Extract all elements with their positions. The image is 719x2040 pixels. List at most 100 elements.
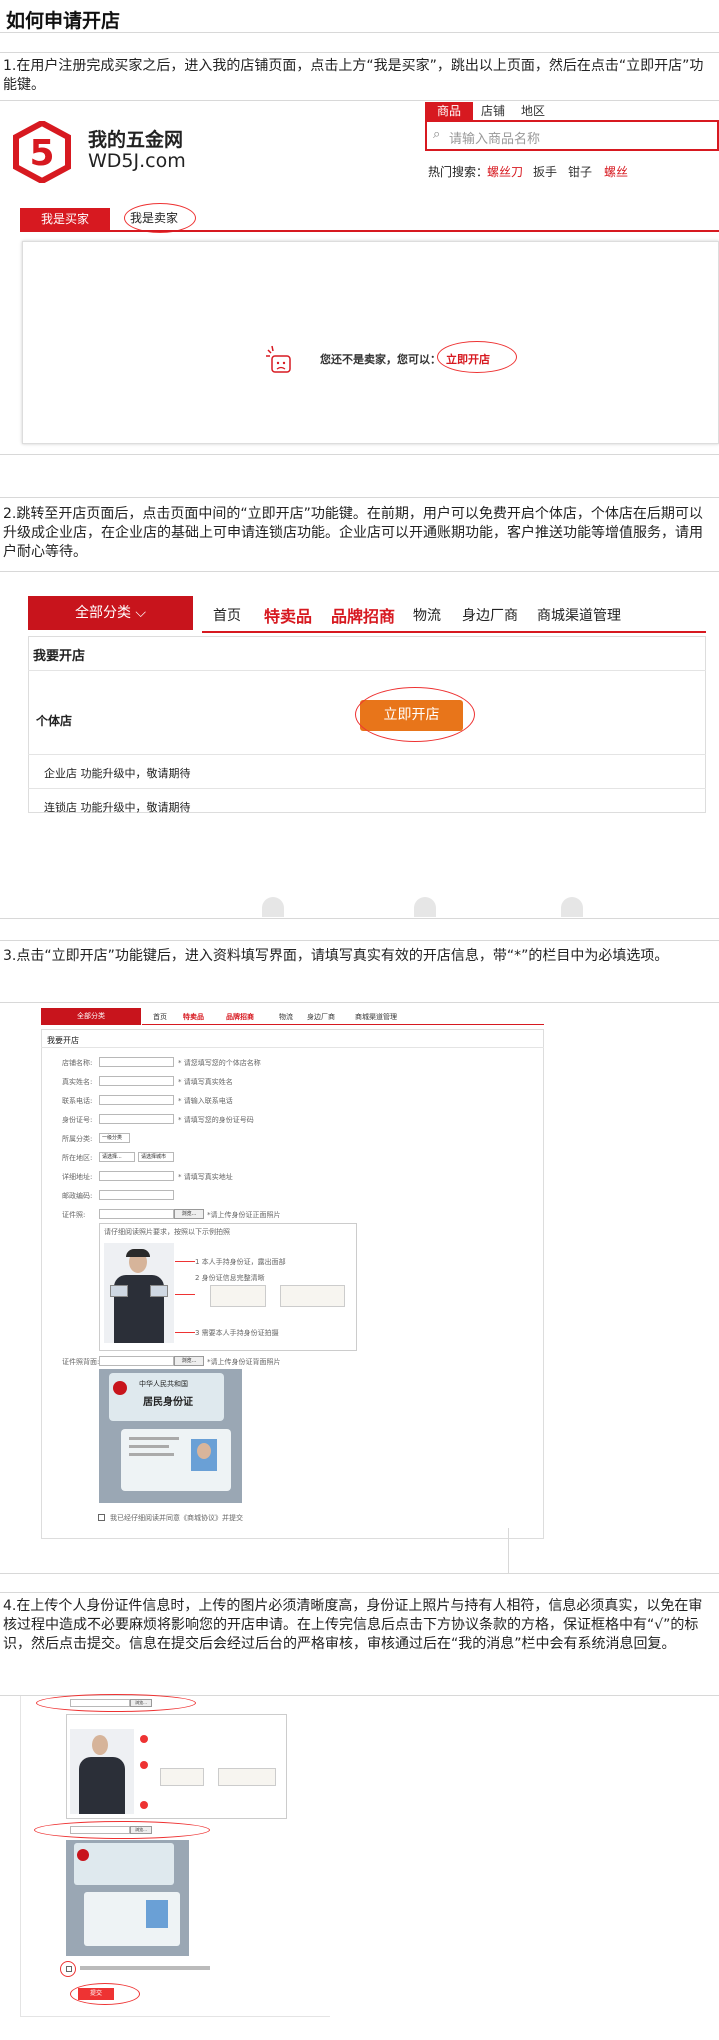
- hot-item-4[interactable]: 螺丝: [604, 163, 628, 180]
- chevron-down-icon: ⌵: [135, 605, 147, 621]
- field-label-id: 身份证号:: [62, 1116, 93, 1124]
- browse-button[interactable]: 浏览...: [174, 1356, 204, 1366]
- nav-home[interactable]: 首页: [153, 1012, 167, 1022]
- faded-icon: [561, 897, 583, 917]
- search-tab-shop[interactable]: 店铺: [473, 102, 513, 120]
- screenshot-2: 全部分类 ⌵ 首页 特卖品 品牌招商 物流 身边厂商 商城渠道管理 我要开店 个…: [0, 572, 719, 918]
- nav-nearby[interactable]: 身边厂商: [307, 1012, 335, 1022]
- agree-checkbox[interactable]: [98, 1514, 105, 1521]
- nav-special[interactable]: 特卖品: [183, 1012, 204, 1022]
- city-select-value: 请选择城市: [141, 1154, 167, 1160]
- nav-special[interactable]: 特卖品: [264, 603, 312, 627]
- nav-logistics[interactable]: 物流: [279, 1012, 293, 1022]
- national-emblem-icon: [113, 1381, 127, 1395]
- hint: * 请填写真实姓名: [178, 1078, 233, 1086]
- category-select[interactable]: 一级分类: [99, 1133, 130, 1143]
- person-body: [79, 1757, 125, 1814]
- id-card-front: [84, 1892, 180, 1946]
- all-category-label: 全部分类: [74, 605, 131, 621]
- upload-front-label: 证件照:: [62, 1211, 86, 1219]
- browse-button[interactable]: 浏览...: [174, 1209, 204, 1219]
- divider: [0, 1592, 719, 1593]
- divider: [0, 454, 719, 455]
- id-portrait-face: [197, 1443, 211, 1459]
- individual-store-label: 个体店: [36, 714, 73, 728]
- city-select[interactable]: 请选择城市: [138, 1152, 174, 1162]
- nav-channel[interactable]: 商城渠道管理: [537, 605, 621, 625]
- search-input[interactable]: ⌕ 请输入商品名称: [425, 120, 719, 151]
- nav-brand[interactable]: 品牌招商: [226, 1012, 254, 1022]
- highlight-circle: [34, 1821, 210, 1839]
- province-select-value: 请选择...: [102, 1154, 122, 1160]
- page-title: 如何申请开店: [6, 10, 121, 32]
- hot-item-1[interactable]: 螺丝刀: [487, 163, 523, 180]
- enterprise-store-text: 企业店 功能升级中，敬请期待: [44, 767, 191, 780]
- screenshot-3: 全部分类 首页 特卖品 品牌招商 物流 身边厂商 商城渠道管理 我要开店 店铺名…: [0, 1003, 719, 1573]
- tip-marker: [140, 1761, 148, 1769]
- address-input[interactable]: [99, 1171, 174, 1181]
- id-card-photo: 中华人民共和国 居民身份证: [99, 1369, 242, 1503]
- text-line: [129, 1453, 174, 1456]
- svg-text:5: 5: [29, 133, 54, 174]
- field-label-category: 所属分类:: [62, 1135, 93, 1143]
- nav-home[interactable]: 首页: [213, 605, 241, 625]
- divider: [508, 1528, 509, 1573]
- real-name-input[interactable]: [99, 1076, 174, 1086]
- search-tab-goods[interactable]: 商品: [425, 102, 473, 120]
- shop-name-input[interactable]: [99, 1057, 174, 1067]
- nav-nearby[interactable]: 身边厂商: [462, 605, 518, 625]
- province-select[interactable]: 请选择...: [99, 1152, 135, 1162]
- highlight-circle: [437, 341, 517, 373]
- zip-input[interactable]: [99, 1190, 174, 1200]
- nav-channel[interactable]: 商城渠道管理: [355, 1012, 397, 1022]
- content-panel: [22, 241, 719, 444]
- all-category-button[interactable]: 全部分类 ⌵: [28, 596, 193, 630]
- example-title: 请仔细阅读照片要求，按照以下示例拍照: [104, 1228, 230, 1236]
- hot-item-2[interactable]: 扳手: [533, 163, 557, 180]
- logo-name: 我的五金网: [88, 129, 184, 151]
- divider: [20, 1696, 21, 2016]
- agree-text: 我已经仔细阅读并同意《商城协议》并提交: [110, 1514, 243, 1522]
- highlight-circle: [70, 1983, 140, 2005]
- divider: [41, 1047, 544, 1048]
- hot-item-3[interactable]: 钳子: [568, 163, 592, 180]
- id-card-photo: [66, 1840, 189, 1956]
- step-1-text: 1.在用户注册完成买家之后，进入我的店铺页面，点击上方“我是买家”，跳出以上页面…: [3, 58, 704, 93]
- upload-back-path[interactable]: [99, 1356, 174, 1366]
- all-category-button[interactable]: 全部分类: [41, 1008, 141, 1025]
- nav-underline: [202, 631, 706, 633]
- tip-marker: [140, 1801, 148, 1809]
- id-card-back: 中华人民共和国 居民身份证: [109, 1373, 224, 1421]
- sad-store-icon: [266, 345, 291, 373]
- person-face: [92, 1735, 108, 1755]
- search-icon: ⌕: [433, 127, 441, 142]
- search-placeholder: 请输入商品名称: [449, 132, 541, 147]
- divider: [0, 940, 719, 941]
- field-label-address: 详细地址:: [62, 1173, 93, 1181]
- text-line: [129, 1437, 179, 1440]
- hot-search-label: 热门搜索：: [428, 165, 489, 179]
- example-person-photo: [104, 1243, 174, 1343]
- example-tip-1: 1 本人手持身份证，露出面部: [195, 1258, 286, 1266]
- agree-text-line: [80, 1966, 210, 1970]
- phone-input[interactable]: [99, 1095, 174, 1105]
- section-title: 我要开店: [33, 649, 86, 664]
- faded-icon: [414, 897, 436, 917]
- nav-brand[interactable]: 品牌招商: [331, 603, 395, 627]
- pointer-line: [175, 1261, 195, 1262]
- step-2-text: 2.跳转至开店页面后，点击页面中间的“立即开店”功能键。在前期，用户可以免费开启…: [3, 506, 703, 560]
- divider: [0, 1573, 719, 1574]
- example-tip-2: 2 身份证信息完整清晰: [195, 1274, 265, 1282]
- field-label-real-name: 真实姓名:: [62, 1078, 93, 1086]
- divider: [28, 670, 706, 671]
- field-label-zip: 邮政编码:: [62, 1192, 93, 1200]
- id-sample-front: [210, 1285, 266, 1307]
- nav-logistics[interactable]: 物流: [413, 605, 441, 625]
- upload-front-path[interactable]: [99, 1209, 174, 1219]
- id-card-held: [150, 1285, 168, 1297]
- highlight-circle: [355, 687, 475, 742]
- search-tab-region[interactable]: 地区: [513, 102, 553, 120]
- tab-buyer[interactable]: 我是买家: [20, 208, 110, 230]
- id-sample-number: [280, 1285, 345, 1307]
- id-number-input[interactable]: [99, 1114, 174, 1124]
